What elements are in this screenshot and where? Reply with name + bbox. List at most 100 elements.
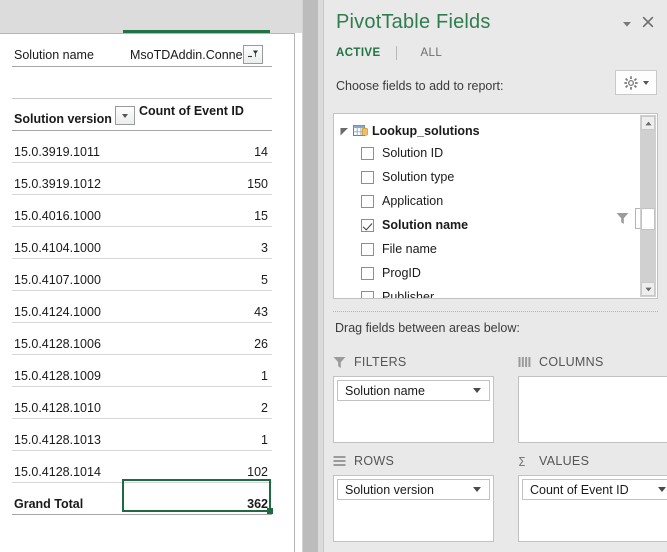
pivot-field-pill-label: Solution version bbox=[345, 482, 434, 497]
field-list-table-node[interactable]: Lookup_solutions bbox=[340, 122, 480, 140]
pivot-row-label: 15.0.4016.1000 bbox=[14, 209, 101, 223]
pivot-data-rows: 15.0.3919.1011 14 15.0.3919.1012 150 15.0.40… bbox=[12, 131, 272, 515]
chevron-down-icon bbox=[122, 113, 128, 118]
field-list-item[interactable]: Solution ID bbox=[361, 144, 443, 162]
chevron-down-icon bbox=[623, 22, 631, 27]
pivot-row[interactable]: 15.0.3919.1012 150 bbox=[12, 163, 272, 195]
pivot-row-value: 1 bbox=[261, 433, 268, 447]
pivot-row-value: 102 bbox=[247, 465, 268, 479]
checkbox-icon[interactable] bbox=[361, 266, 374, 280]
pivot-row-label: 15.0.4104.1000 bbox=[14, 241, 101, 255]
checkbox-checked-icon[interactable] bbox=[361, 218, 374, 232]
field-list-item[interactable]: Publisher bbox=[361, 288, 435, 299]
pivot-field-pill-label: Count of Event ID bbox=[530, 482, 629, 497]
field-list-item-label: File name bbox=[382, 242, 437, 256]
pivot-row-label: 15.0.4128.1010 bbox=[14, 401, 101, 415]
pivot-row-value: 14 bbox=[254, 145, 268, 159]
close-icon bbox=[642, 16, 654, 28]
pivot-row[interactable]: 15.0.4128.1010 2 bbox=[12, 387, 272, 419]
field-list-item-label: ProgID bbox=[382, 266, 421, 280]
columns-icon bbox=[518, 357, 531, 367]
pivot-area-header: COLUMNS bbox=[518, 353, 604, 371]
pivot-row-label: 15.0.4128.1014 bbox=[14, 465, 101, 479]
pivot-row-value: 43 bbox=[254, 305, 268, 319]
pivot-row[interactable]: 15.0.4128.1013 1 bbox=[12, 419, 272, 451]
field-list-item[interactable]: Solution name bbox=[361, 216, 468, 234]
pane-title: PivotTable Fields bbox=[336, 11, 491, 33]
chevron-down-icon[interactable] bbox=[473, 388, 481, 393]
pivot-row[interactable]: 15.0.4128.1006 26 bbox=[12, 323, 272, 355]
checkbox-icon[interactable] bbox=[361, 194, 374, 208]
pivot-row-value: 15 bbox=[254, 209, 268, 223]
field-list-scrollbar[interactable] bbox=[640, 115, 656, 297]
pivot-row-label: 15.0.4107.1000 bbox=[14, 273, 101, 287]
chevron-down-icon[interactable] bbox=[473, 487, 481, 492]
pivot-field-pill[interactable]: Count of Event ID bbox=[522, 479, 667, 500]
field-list-item[interactable]: ProgID bbox=[361, 264, 421, 282]
pivot-row[interactable]: 15.0.4124.1000 43 bbox=[12, 291, 272, 323]
pivot-row[interactable]: 15.0.4128.1009 1 bbox=[12, 355, 272, 387]
pivot-area-dropzone[interactable]: Solution version bbox=[333, 475, 494, 542]
chevron-down-icon[interactable] bbox=[658, 487, 666, 492]
filter-dropdown-icon bbox=[248, 50, 258, 58]
field-list-box[interactable]: Lookup_solutions Solution ID Solution typ… bbox=[333, 113, 658, 299]
checkbox-icon[interactable] bbox=[361, 170, 374, 184]
pivot-row[interactable]: 15.0.4107.1000 5 bbox=[12, 259, 272, 291]
pivot-area-dropzone[interactable]: Count of Event ID bbox=[518, 475, 667, 542]
field-list-item-label: Publisher bbox=[382, 290, 435, 299]
pivot-row[interactable]: 15.0.4016.1000 15 bbox=[12, 195, 272, 227]
pivot-field-pill[interactable]: Solution version bbox=[337, 479, 490, 500]
checkbox-icon[interactable] bbox=[361, 290, 374, 298]
pane-close-button[interactable] bbox=[640, 14, 656, 30]
pivot-field-pill[interactable]: Solution name bbox=[337, 380, 490, 401]
worksheet-vertical-scrollbar[interactable] bbox=[302, 0, 621, 552]
pane-divider bbox=[333, 311, 658, 312]
tab-separator bbox=[396, 45, 398, 60]
funnel-icon[interactable] bbox=[616, 212, 629, 225]
report-filter-dropdown-button[interactable] bbox=[243, 45, 263, 64]
pivot-area-title: ROWS bbox=[354, 454, 395, 468]
report-filter-label: Solution name bbox=[14, 48, 94, 62]
checkbox-icon[interactable] bbox=[361, 146, 374, 160]
field-list-item-label: Solution type bbox=[382, 170, 455, 184]
fill-handle[interactable] bbox=[267, 508, 273, 514]
triangle-down-icon bbox=[644, 287, 652, 291]
collapse-triangle-icon[interactable] bbox=[340, 127, 349, 136]
report-filter-row: Solution name MsoTDAddin.Connect.1 bbox=[12, 45, 272, 67]
field-list-item[interactable]: File name bbox=[361, 240, 437, 258]
pivot-row[interactable]: 15.0.4104.1000 3 bbox=[12, 227, 272, 259]
pane-menu-button[interactable] bbox=[621, 17, 633, 29]
pivot-area-dropzone[interactable] bbox=[518, 376, 667, 443]
field-list-tools-button[interactable] bbox=[615, 70, 657, 95]
field-list-scrollbar-thumb[interactable] bbox=[641, 208, 655, 230]
tab-all[interactable]: ALL bbox=[420, 47, 442, 59]
pivot-area-title: COLUMNS bbox=[539, 355, 604, 369]
pivot-area-header: Σ VALUES bbox=[518, 452, 589, 470]
funnel-icon bbox=[333, 356, 346, 368]
field-list-item-label: Application bbox=[382, 194, 444, 208]
pivot-row-value: 1 bbox=[261, 369, 268, 383]
table-source-icon bbox=[353, 125, 368, 136]
field-list-scroll-up-button[interactable] bbox=[641, 116, 655, 130]
checkbox-icon[interactable] bbox=[361, 242, 374, 256]
field-list-item[interactable]: Solution type bbox=[361, 168, 454, 186]
pivot-area-title: FILTERS bbox=[354, 355, 407, 369]
grand-total-label: Grand Total bbox=[14, 497, 84, 511]
row-field-dropdown-button[interactable] bbox=[115, 106, 135, 125]
svg-text:Σ: Σ bbox=[518, 455, 526, 468]
pivot-row[interactable]: 15.0.3919.1011 14 bbox=[12, 131, 272, 163]
pivot-area-dropzone[interactable]: Solution name bbox=[333, 376, 494, 443]
field-list-item[interactable]: Application bbox=[361, 192, 443, 210]
chevron-down-icon bbox=[642, 80, 649, 85]
pivot-row-label: 15.0.3919.1011 bbox=[14, 145, 100, 159]
pivot-row-label: 15.0.4128.1009 bbox=[14, 369, 101, 383]
pivot-row-label: 15.0.4124.1000 bbox=[14, 305, 101, 319]
ribbon-strip-background bbox=[0, 0, 302, 33]
triangle-up-icon bbox=[644, 121, 652, 125]
tab-active[interactable]: ACTIVE bbox=[336, 47, 381, 59]
field-list-scroll-down-button[interactable] bbox=[641, 282, 655, 296]
excel-pivottable-screen: Solution name MsoTDAddin.Connect.1 Solut… bbox=[0, 0, 667, 552]
pivot-row-value: 26 bbox=[254, 337, 268, 351]
field-list-item-label: Solution ID bbox=[382, 146, 444, 160]
selected-cell-outline[interactable] bbox=[122, 479, 271, 512]
